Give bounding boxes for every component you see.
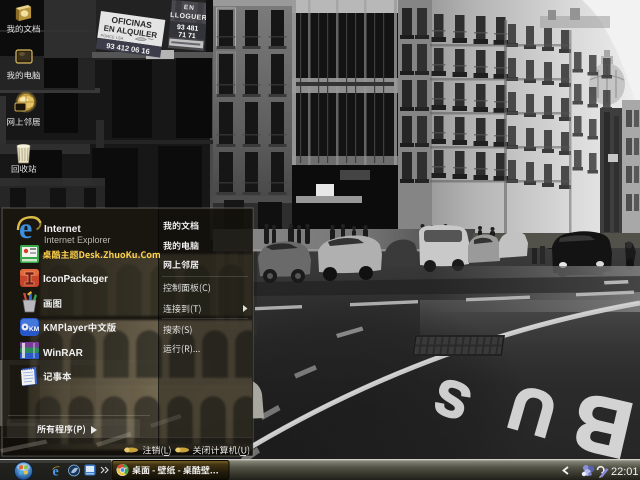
svg-text:KM: KM <box>29 326 39 333</box>
svg-text:IconPackager: IconPackager <box>43 274 108 285</box>
svg-text:WinRAR: WinRAR <box>43 348 84 359</box>
svg-text:Internet Explorer: Internet Explorer <box>44 235 111 245</box>
svg-text:Internet: Internet <box>44 224 81 235</box>
svg-text:22:01: 22:01 <box>611 466 639 478</box>
svg-text:EN: EN <box>184 4 196 12</box>
